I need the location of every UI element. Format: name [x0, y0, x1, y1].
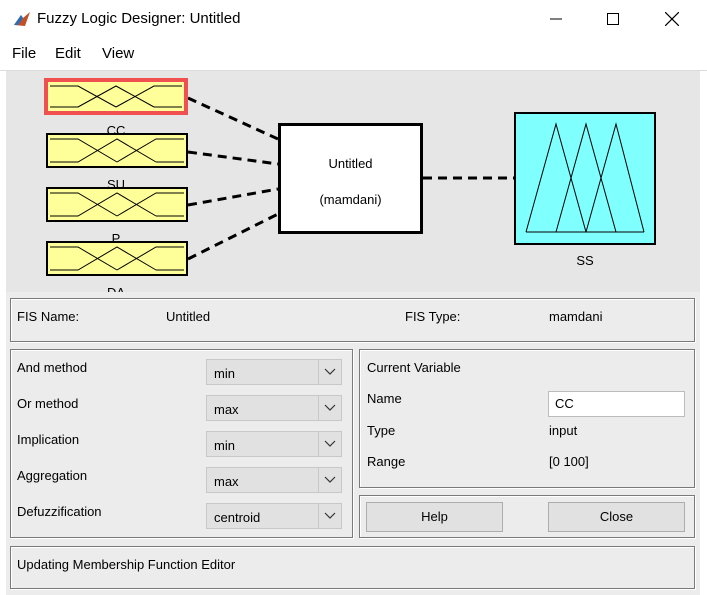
and-method-select[interactable]: min: [206, 359, 342, 385]
variable-range-value: [0 100]: [549, 454, 589, 469]
chevron-down-icon: [318, 396, 341, 420]
aggregation-label: Aggregation: [17, 468, 88, 483]
membership-functions-icon: [50, 192, 184, 217]
or-method-label: Or method: [17, 396, 79, 411]
variable-type-label: Type: [367, 423, 396, 438]
window-title: Fuzzy Logic Designer: Untitled: [37, 10, 241, 27]
or-method-select[interactable]: max: [206, 395, 342, 421]
aggregation-select[interactable]: max: [206, 467, 342, 493]
fis-type-label: FIS Type:: [405, 309, 461, 324]
implication-label: Implication: [17, 432, 80, 447]
fis-block-name: Untitled: [328, 156, 373, 171]
aggregation-value: max: [214, 474, 239, 489]
output-membership-functions-icon: [525, 122, 645, 233]
fis-diagram: CC SU P DA Untitled (mamdani): [6, 71, 700, 292]
variable-name-label: Name: [367, 391, 402, 406]
close-icon: [665, 12, 679, 26]
implication-value: min: [214, 438, 235, 453]
minimize-button[interactable]: [533, 0, 579, 38]
help-button[interactable]: Help: [366, 502, 503, 532]
close-window-button[interactable]: [649, 0, 695, 38]
fis-block-type: (mamdani): [319, 192, 382, 207]
variable-name-field[interactable]: CC: [548, 391, 685, 417]
implication-select[interactable]: min: [206, 431, 342, 457]
menu-bar: File Edit View: [0, 38, 707, 71]
chevron-down-icon: [318, 468, 341, 492]
input-label-da: DA: [76, 285, 156, 292]
defuzzification-select[interactable]: centroid: [206, 503, 342, 529]
menu-edit[interactable]: Edit: [55, 45, 81, 62]
input-variable-p[interactable]: [46, 187, 188, 222]
fis-rule-block[interactable]: Untitled (mamdani): [278, 123, 423, 234]
output-variable-ss[interactable]: [514, 112, 656, 245]
title-bar: Fuzzy Logic Designer: Untitled: [0, 0, 707, 38]
maximize-button[interactable]: [590, 0, 636, 38]
variable-type-value: input: [549, 423, 578, 438]
membership-functions-icon: [50, 246, 184, 271]
menu-view[interactable]: View: [102, 45, 134, 62]
membership-functions-icon: [50, 138, 184, 163]
minimize-icon: [550, 18, 562, 20]
input-variable-su[interactable]: [46, 133, 188, 168]
matlab-app-icon: [12, 9, 32, 29]
close-button[interactable]: Close: [548, 502, 685, 532]
defuzzification-label: Defuzzification: [17, 504, 102, 519]
defuzzification-value: centroid: [214, 510, 261, 525]
fis-type-value: mamdani: [549, 309, 603, 324]
or-method-value: max: [214, 402, 239, 417]
current-variable-heading: Current Variable: [367, 360, 461, 375]
fis-name-value: Untitled: [166, 309, 211, 324]
chevron-down-icon: [318, 504, 341, 528]
chevron-down-icon: [318, 360, 341, 384]
membership-functions-icon: [50, 85, 182, 108]
output-label-ss: SS: [576, 253, 594, 268]
status-message: Updating Membership Function Editor: [17, 557, 236, 572]
and-method-label: And method: [17, 360, 88, 375]
and-method-value: min: [214, 366, 235, 381]
menu-file[interactable]: File: [12, 45, 36, 62]
variable-range-label: Range: [367, 454, 406, 469]
input-variable-cc[interactable]: [44, 78, 188, 115]
maximize-icon: [607, 13, 619, 25]
input-variable-da[interactable]: [46, 241, 188, 276]
chevron-down-icon: [318, 432, 341, 456]
fis-name-label: FIS Name:: [17, 309, 80, 324]
